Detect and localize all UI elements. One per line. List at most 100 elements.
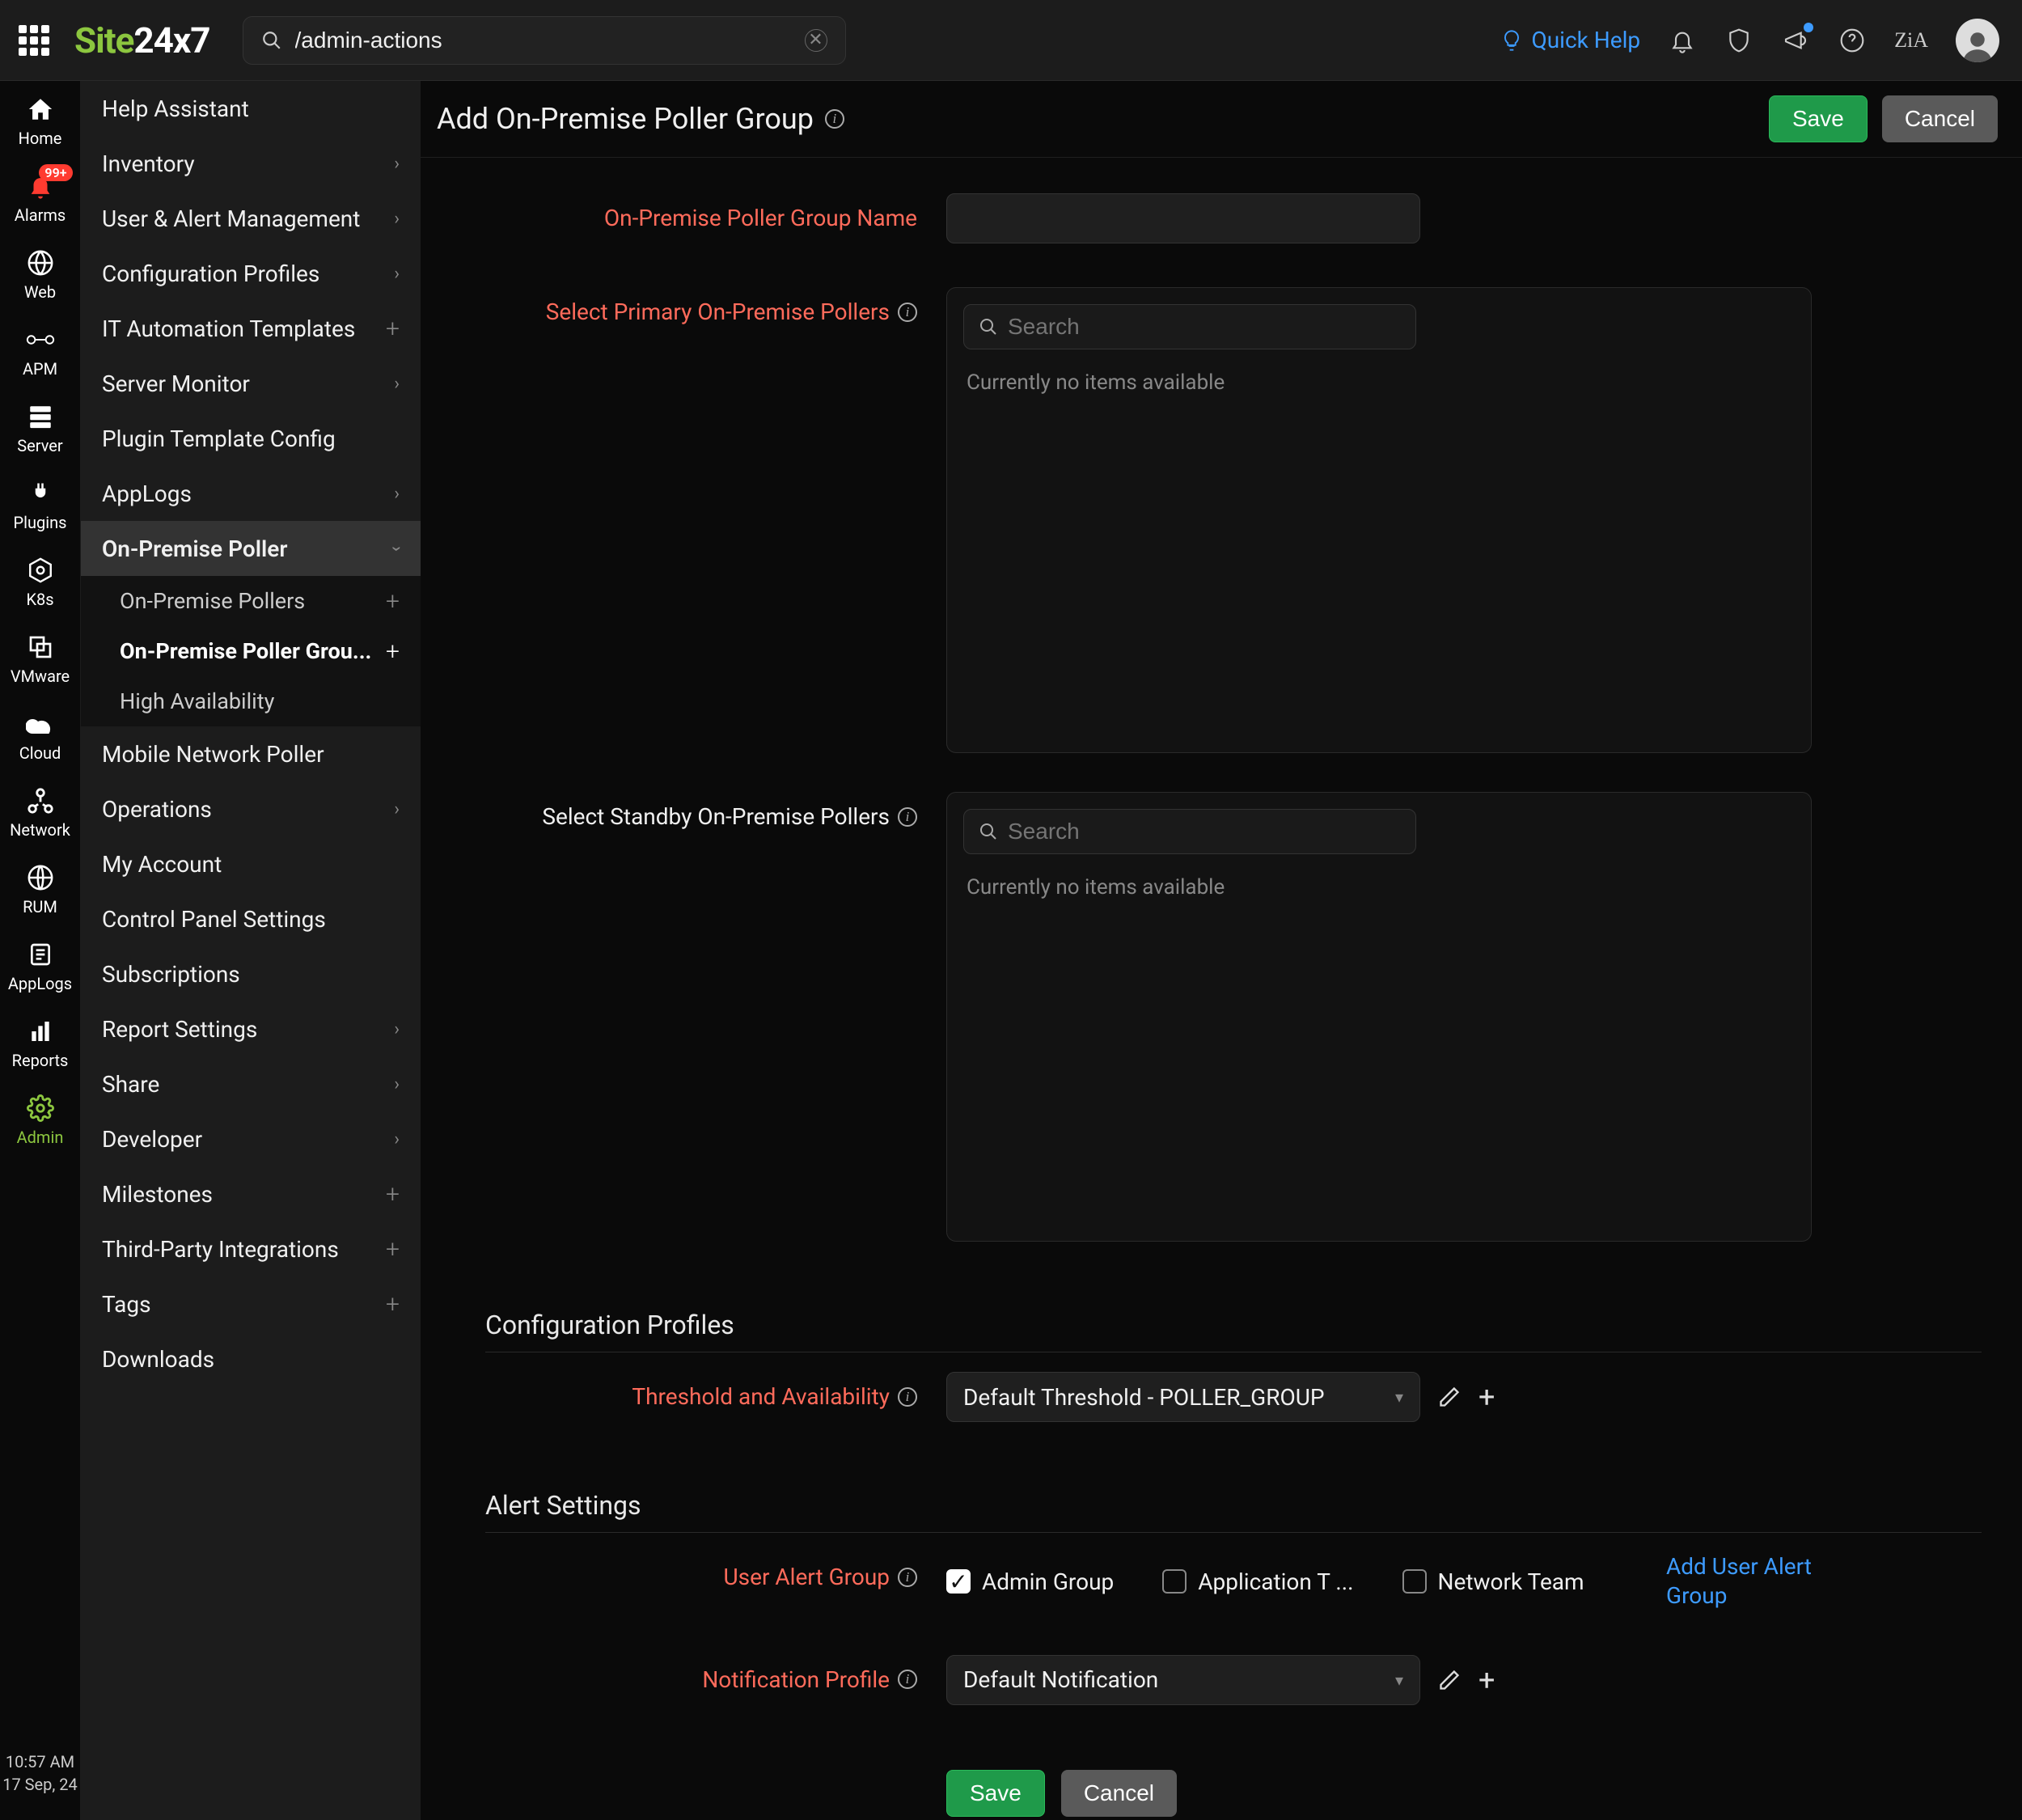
rail-alarms[interactable]: 99+ Alarms [0,158,81,235]
plus-icon[interactable]: + [386,587,400,616]
sidebar-item-milestones[interactable]: Milestones+ [81,1166,421,1221]
sidebar-item-applogs[interactable]: AppLogs› [81,466,421,521]
info-icon[interactable]: i [898,303,917,322]
shield-icon[interactable] [1724,26,1753,55]
standby-search[interactable] [963,809,1416,854]
label-primary-pollers: Select Primary On-Premise Pollers i [437,287,946,325]
threshold-dropdown[interactable]: Default Threshold - POLLER_GROUP ▾ [946,1372,1420,1422]
chk-admin-group[interactable]: ✓ Admin Group [946,1568,1114,1595]
gear-icon [27,1094,54,1123]
plus-icon[interactable]: + [386,637,400,666]
apps-grid-icon[interactable] [16,23,52,58]
main-content: Add On-Premise Poller Group i Save Cance… [421,81,2022,1820]
cancel-button-bottom[interactable]: Cancel [1061,1770,1177,1817]
cancel-button[interactable]: Cancel [1882,95,1998,142]
sidebar-item-server-monitor[interactable]: Server Monitor› [81,356,421,411]
sidebar-item-tags[interactable]: Tags+ [81,1276,421,1331]
notification-dropdown[interactable]: Default Notification ▾ [946,1655,1420,1705]
global-search[interactable]: ✕ [243,16,846,65]
sidebar-item-config-profiles[interactable]: Configuration Profiles› [81,246,421,301]
rail-applogs[interactable]: AppLogs [0,926,81,1003]
plus-icon[interactable]: + [386,1290,400,1318]
rail-server[interactable]: Server [0,388,81,465]
sidebar-item-plugin-template[interactable]: Plugin Template Config [81,411,421,466]
chevron-right-icon: › [394,374,400,394]
section-alert-settings: Alert Settings [485,1479,1982,1533]
sidebar-item-operations[interactable]: Operations› [81,781,421,836]
group-name-input[interactable] [946,193,1420,243]
standby-search-input[interactable] [1008,819,1401,844]
sidebar-sub-pollers[interactable]: On-Premise Pollers+ [81,576,421,626]
apm-icon [25,325,56,354]
sidebar-item-share[interactable]: Share› [81,1056,421,1111]
sidebar-item-onpremise-poller[interactable]: On-Premise Poller› [81,521,421,576]
info-icon[interactable]: i [825,109,844,129]
user-avatar[interactable] [1956,19,1999,62]
zia-icon[interactable]: ZiA [1894,26,1928,55]
rail-vmware[interactable]: VMware [0,619,81,696]
primary-search[interactable] [963,304,1416,349]
global-search-input[interactable] [295,28,805,53]
notifications-icon[interactable] [1668,26,1697,55]
chevron-right-icon: › [394,264,400,284]
rum-icon [27,863,54,892]
rail-plugins[interactable]: Plugins [0,465,81,542]
sidebar-item-help-assistant[interactable]: Help Assistant [81,81,421,136]
edit-icon[interactable] [1438,1669,1461,1691]
rail-rum[interactable]: RUM [0,849,81,926]
sidebar-item-integrations[interactable]: Third-Party Integrations+ [81,1221,421,1276]
info-icon[interactable]: i [898,1670,917,1689]
checkbox-icon [1402,1569,1427,1594]
rail-cloud[interactable]: Cloud [0,696,81,772]
sidebar-item-mobile-poller[interactable]: Mobile Network Poller [81,726,421,781]
primary-search-input[interactable] [1008,314,1401,340]
rail-apm[interactable]: APM [0,311,81,388]
sidebar-item-report-settings[interactable]: Report Settings› [81,1001,421,1056]
rail-home[interactable]: Home [0,81,81,158]
rail-k8s[interactable]: K8s [0,542,81,619]
sidebar-item-subscriptions[interactable]: Subscriptions [81,946,421,1001]
user-alert-group-checks: ✓ Admin Group Application T ... Network … [946,1552,1812,1611]
clear-search-icon[interactable]: ✕ [805,29,827,52]
sidebar-sub-ha[interactable]: High Availability [81,676,421,726]
logo[interactable]: Site24x7 [74,19,210,61]
save-button[interactable]: Save [1769,95,1868,142]
rail-admin[interactable]: Admin [0,1080,81,1157]
plus-icon[interactable]: + [386,1180,400,1208]
home-icon [27,95,54,124]
notification-value: Default Notification [963,1666,1158,1693]
label-threshold: Threshold and Availability i [437,1372,946,1410]
sidebar: Help Assistant Inventory› User & Alert M… [81,81,421,1820]
info-icon[interactable]: i [898,807,917,827]
add-user-alert-group-link[interactable]: Add User Alert Group [1666,1552,1812,1611]
save-button-bottom[interactable]: Save [946,1770,1045,1817]
sidebar-sub-poller-groups[interactable]: On-Premise Poller Grou...+ [81,626,421,676]
plus-icon[interactable]: + [1478,1663,1495,1697]
standby-pollers-select: Currently no items available [946,792,1812,1242]
chk-application-team[interactable]: Application T ... [1162,1568,1353,1595]
quick-help-link[interactable]: Quick Help [1500,27,1640,53]
rail-reports[interactable]: Reports [0,1003,81,1080]
rail-network[interactable]: Network [0,772,81,849]
announcements-icon[interactable] [1781,26,1810,55]
rail-web[interactable]: Web [0,235,81,311]
info-icon[interactable]: i [898,1387,917,1407]
edit-icon[interactable] [1438,1386,1461,1408]
sidebar-item-inventory[interactable]: Inventory› [81,136,421,191]
sidebar-item-control-panel[interactable]: Control Panel Settings [81,891,421,946]
chk-network-team[interactable]: Network Team [1402,1568,1584,1595]
help-icon[interactable] [1838,26,1867,55]
plus-icon[interactable]: + [1478,1380,1495,1414]
sidebar-item-user-alert[interactable]: User & Alert Management› [81,191,421,246]
chevron-right-icon: › [394,799,400,819]
caret-down-icon: ▾ [1395,1387,1403,1407]
info-icon[interactable]: i [898,1568,917,1587]
globe-icon [27,248,54,277]
sidebar-item-developer[interactable]: Developer› [81,1111,421,1166]
rail-time-value: 10:57 AM [2,1750,78,1773]
sidebar-item-my-account[interactable]: My Account [81,836,421,891]
sidebar-item-it-automation[interactable]: IT Automation Templates+ [81,301,421,356]
plus-icon[interactable]: + [386,315,400,343]
sidebar-item-downloads[interactable]: Downloads [81,1331,421,1386]
plus-icon[interactable]: + [386,1235,400,1263]
